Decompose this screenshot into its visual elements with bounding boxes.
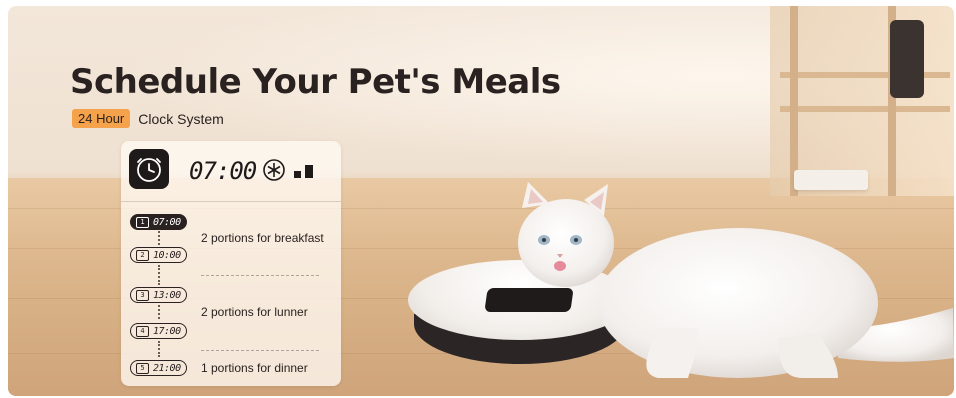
background-shelf [770,6,954,196]
clock-icon [129,149,169,189]
subtitle: 24 Hour Clock System [72,109,224,128]
schedule-time-1: 1 07:00 [130,214,187,230]
divider [201,350,319,351]
snowflake-icon [263,159,285,181]
background-vase [890,20,924,98]
hour-badge: 24 Hour [72,109,131,128]
schedule-card: 07:00 1 07:00 2 10:00 3 13:00 4 17:00 5 … [121,141,341,386]
portion-breakfast: 2 portions for breakfast [201,231,324,245]
divider [201,275,319,276]
page-title: Schedule Your Pet's Meals [70,62,561,102]
schedule-time-4: 4 17:00 [130,323,187,339]
portion-lunch: 2 portions for lunner [201,305,308,319]
schedule-time-5: 5 21:00 [130,360,187,376]
signal-bars-icon [294,165,313,178]
schedule-time-3: 3 13:00 [130,287,187,303]
portion-dinner: 1 portions for dinner [201,361,308,375]
product-banner: 07:00 1 07:00 2 10:00 3 13:00 4 17:00 5 … [8,6,954,396]
display-time: 07:00 [189,157,257,185]
subtitle-text: Clock System [138,110,224,127]
feeder-display: 07:00 [121,141,341,202]
schedule-time-2: 2 10:00 [130,247,187,263]
white-cat-image [518,182,954,378]
